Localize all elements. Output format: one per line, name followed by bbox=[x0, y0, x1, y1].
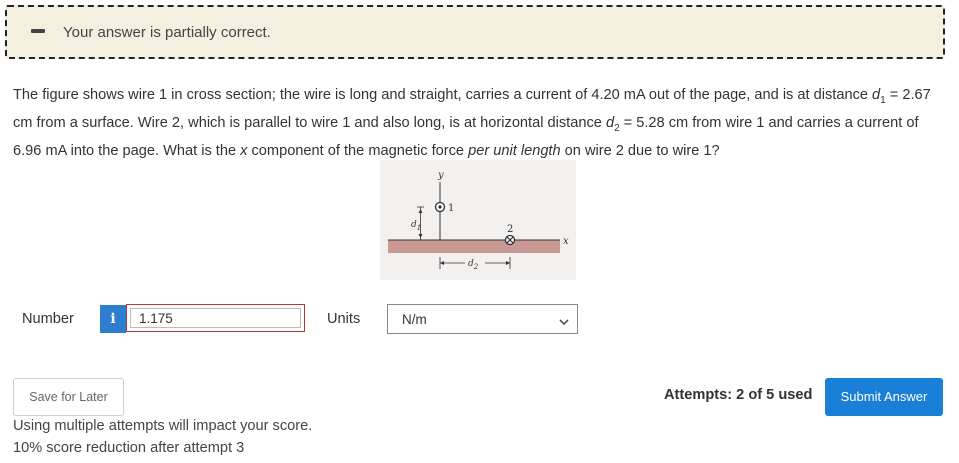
wire1-dot bbox=[438, 205, 442, 209]
units-label: Units bbox=[327, 311, 361, 327]
attempts-count: Attempts: 2 of 5 used bbox=[664, 387, 813, 403]
wire2-label: 2 bbox=[507, 224, 513, 235]
feedback-message: Your answer is partially correct. bbox=[63, 24, 271, 41]
answer-input[interactable]: 1.175 bbox=[126, 304, 305, 332]
question-text: The figure shows wire 1 in cross section… bbox=[13, 87, 931, 159]
wire-diagram: y x 1 2 d1 d2 bbox=[380, 160, 576, 280]
partial-correct-icon bbox=[31, 29, 45, 33]
attempts-note: Using multiple attempts will impact your… bbox=[13, 418, 313, 434]
number-label: Number bbox=[22, 311, 74, 327]
save-for-later-button[interactable]: Save for Later bbox=[13, 378, 124, 416]
wire1-label: 1 bbox=[448, 203, 454, 214]
units-select[interactable]: N/m bbox=[387, 304, 578, 334]
info-icon[interactable]: i bbox=[100, 305, 126, 333]
score-reduction-note: 10% score reduction after attempt 3 bbox=[13, 440, 245, 456]
answer-value: 1.175 bbox=[139, 311, 173, 326]
chevron-down-icon bbox=[559, 314, 569, 332]
surface bbox=[388, 240, 560, 253]
x-axis-label: x bbox=[563, 236, 569, 247]
y-axis-label: y bbox=[437, 170, 444, 181]
units-selected-value: N/m bbox=[402, 312, 427, 327]
diagram-background bbox=[380, 160, 576, 280]
submit-answer-button[interactable]: Submit Answer bbox=[825, 378, 943, 416]
feedback-banner: Your answer is partially correct. bbox=[5, 5, 945, 59]
